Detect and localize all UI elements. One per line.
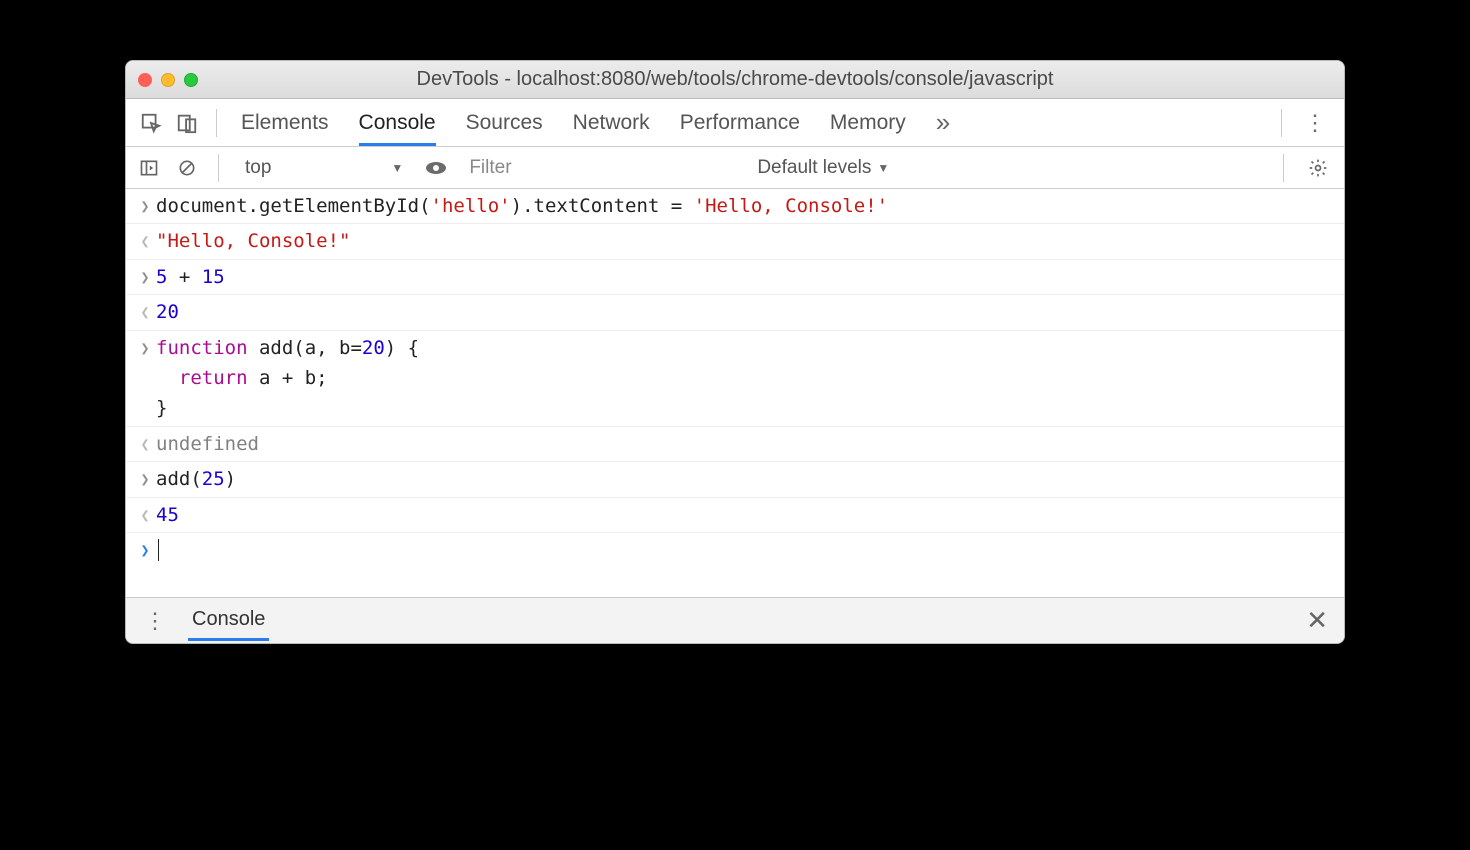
code-text: add(25) [156,464,1334,494]
input-chevron-icon [134,191,156,221]
separator [216,109,217,137]
separator [1283,154,1284,182]
context-selector-label: top [245,157,271,179]
inspect-element-icon[interactable] [136,108,166,138]
code-text: 20 [156,297,1334,327]
code-text: 45 [156,500,1334,530]
tab-sources[interactable]: Sources [466,99,543,146]
console-input-row: add(25) [126,462,1344,497]
console-output: document.getElementById('hello').textCon… [126,189,1344,567]
console-output-row: "Hello, Console!" [126,224,1344,259]
filter-input[interactable] [459,153,739,183]
input-chevron-icon [134,333,156,424]
context-selector[interactable]: top ▼ [235,153,413,183]
titlebar: DevTools - localhost:8080/web/tools/chro… [126,61,1344,99]
tab-performance[interactable]: Performance [680,99,800,146]
overflow-tabs-button[interactable]: » [936,107,950,138]
panel-tabs: Elements Console Sources Network Perform… [241,99,906,146]
toggle-sidebar-icon[interactable] [134,153,164,183]
output-chevron-icon [134,226,156,256]
code-text: document.getElementById('hello').textCon… [156,191,1334,221]
console-prompt-row[interactable] [126,533,1344,567]
close-drawer-icon[interactable]: ✕ [1300,605,1334,636]
code-text: "Hello, Console!" [156,226,1334,256]
console-prompt-input[interactable] [156,535,1334,565]
console-output-row: 20 [126,295,1344,330]
settings-menu-icon[interactable]: ⋮ [1296,110,1334,136]
text-caret [158,539,159,561]
window-title: DevTools - localhost:8080/web/tools/chro… [126,68,1344,91]
device-toolbar-icon[interactable] [172,108,202,138]
close-window-button[interactable] [138,73,152,87]
output-chevron-icon [134,297,156,327]
drawer-tab-console[interactable]: Console [188,600,269,641]
zoom-window-button[interactable] [184,73,198,87]
output-chevron-icon [134,429,156,459]
devtools-tabbar: Elements Console Sources Network Perform… [126,99,1344,147]
tab-memory[interactable]: Memory [830,99,906,146]
traffic-lights [138,73,198,87]
clear-console-icon[interactable] [172,153,202,183]
code-text: function add(a, b=20) { return a + b; } [156,333,1334,424]
minimize-window-button[interactable] [161,73,175,87]
input-chevron-icon [134,464,156,494]
tab-elements[interactable]: Elements [241,99,329,146]
drawer: ⋮ Console ✕ [126,597,1344,643]
code-text: 5 + 15 [156,262,1334,292]
separator [218,154,219,182]
console-input-row: function add(a, b=20) { return a + b; } [126,331,1344,427]
input-chevron-icon [134,262,156,292]
log-levels-label: Default levels [757,157,871,179]
output-chevron-icon [134,500,156,530]
separator [1281,109,1282,137]
console-input-row: 5 + 15 [126,260,1344,295]
tab-console[interactable]: Console [359,99,436,146]
log-levels-selector[interactable]: Default levels ▼ [757,157,889,179]
code-text: undefined [156,429,1334,459]
console-input-row: document.getElementById('hello').textCon… [126,189,1344,224]
prompt-chevron-icon [134,535,156,565]
chevron-down-icon: ▼ [391,161,403,175]
tab-network[interactable]: Network [573,99,650,146]
console-settings-icon[interactable] [1300,158,1336,178]
chevron-down-icon: ▼ [877,161,889,175]
console-output-row: 45 [126,498,1344,533]
console-output-row: undefined [126,427,1344,462]
devtools-window: DevTools - localhost:8080/web/tools/chro… [125,60,1345,644]
console-toolbar: top ▼ Default levels ▼ [126,147,1344,189]
live-expression-icon[interactable] [421,153,451,183]
drawer-menu-icon[interactable]: ⋮ [136,608,174,634]
